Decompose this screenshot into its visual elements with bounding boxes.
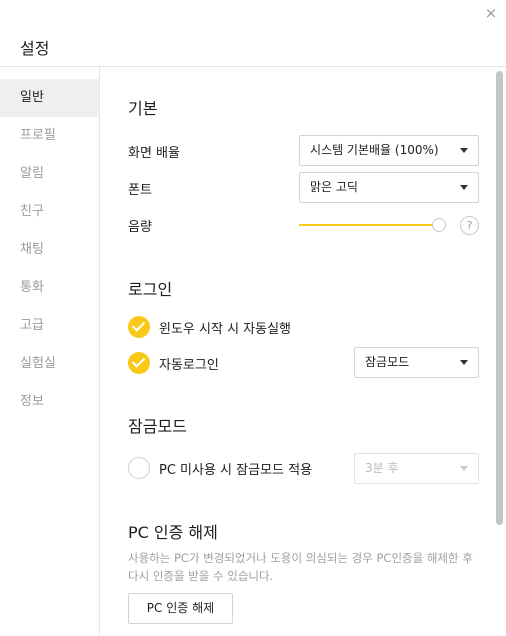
autostart-label: 윈도우 시작 시 자동실행 (159, 321, 291, 337)
autologin-checkbox-row[interactable]: 자동로그인 (128, 352, 219, 374)
idle-time-value: 3분 후 (365, 461, 399, 475)
sidebar: 일반 프로필 알림 친구 채팅 통화 고급 실험실 정보 (0, 67, 100, 636)
scale-label: 화면 배율 (128, 146, 180, 161)
sidebar-item-call[interactable]: 통화 (0, 269, 99, 307)
sidebar-item-friends[interactable]: 친구 (0, 193, 99, 231)
basic-section-title: 기본 (128, 99, 158, 118)
autostart-checkbox-row[interactable]: 윈도우 시작 시 자동실행 (128, 316, 291, 338)
sidebar-item-chat[interactable]: 채팅 (0, 231, 99, 269)
sidebar-item-info[interactable]: 정보 (0, 383, 99, 421)
pc-auth-section-title: PC 인증 해제 (128, 523, 218, 542)
sidebar-item-advanced[interactable]: 고급 (0, 307, 99, 345)
idle-time-select: 3분 후 (354, 453, 479, 484)
idle-lock-checkbox-row[interactable]: PC 미사용 시 잠금모드 적용 (128, 457, 312, 479)
scrollbar-thumb[interactable] (496, 71, 503, 525)
close-icon[interactable]: × (482, 4, 500, 22)
font-label: 폰트 (128, 183, 152, 198)
chevron-down-icon (460, 185, 468, 190)
scale-select-value: 시스템 기본배율 (100%) (310, 143, 439, 157)
pc-auth-description: 사용하는 PC가 변경되었거나 도용이 의심되는 경우 PC인증을 해제한 후 … (128, 551, 473, 583)
autologin-mode-value: 잠금모드 (365, 355, 410, 369)
login-section-title: 로그인 (128, 280, 173, 299)
sidebar-item-profile[interactable]: 프로필 (0, 117, 99, 155)
scale-select[interactable]: 시스템 기본배율 (100%) (299, 135, 479, 166)
volume-slider-track (299, 224, 446, 226)
sidebar-item-general[interactable]: 일반 (0, 79, 99, 117)
lock-section-title: 잠금모드 (128, 417, 187, 436)
chevron-down-icon (460, 360, 468, 365)
pc-auth-release-button[interactable]: PC 인증 해제 (128, 593, 233, 624)
sidebar-item-notifications[interactable]: 알림 (0, 155, 99, 193)
checkbox-empty-icon[interactable] (128, 457, 150, 479)
font-select[interactable]: 맑은 고딕 (299, 172, 479, 203)
chevron-down-icon (460, 466, 468, 471)
volume-slider[interactable] (299, 218, 446, 232)
settings-content: 기본 화면 배율 시스템 기본배율 (100%) 폰트 맑은 고딕 음량 ? 로… (101, 67, 506, 636)
autologin-mode-select[interactable]: 잠금모드 (354, 347, 479, 378)
help-icon[interactable]: ? (460, 216, 479, 235)
checkmark-icon[interactable] (128, 316, 150, 338)
idle-lock-label: PC 미사용 시 잠금모드 적용 (159, 462, 313, 478)
window-title: 설정 (20, 39, 50, 58)
checkmark-icon[interactable] (128, 352, 150, 374)
chevron-down-icon (460, 148, 468, 153)
sidebar-item-labs[interactable]: 실험실 (0, 345, 99, 383)
volume-label: 음량 (128, 220, 152, 235)
volume-slider-thumb[interactable] (432, 218, 446, 232)
font-select-value: 맑은 고딕 (310, 180, 358, 194)
autologin-label: 자동로그인 (159, 357, 219, 373)
